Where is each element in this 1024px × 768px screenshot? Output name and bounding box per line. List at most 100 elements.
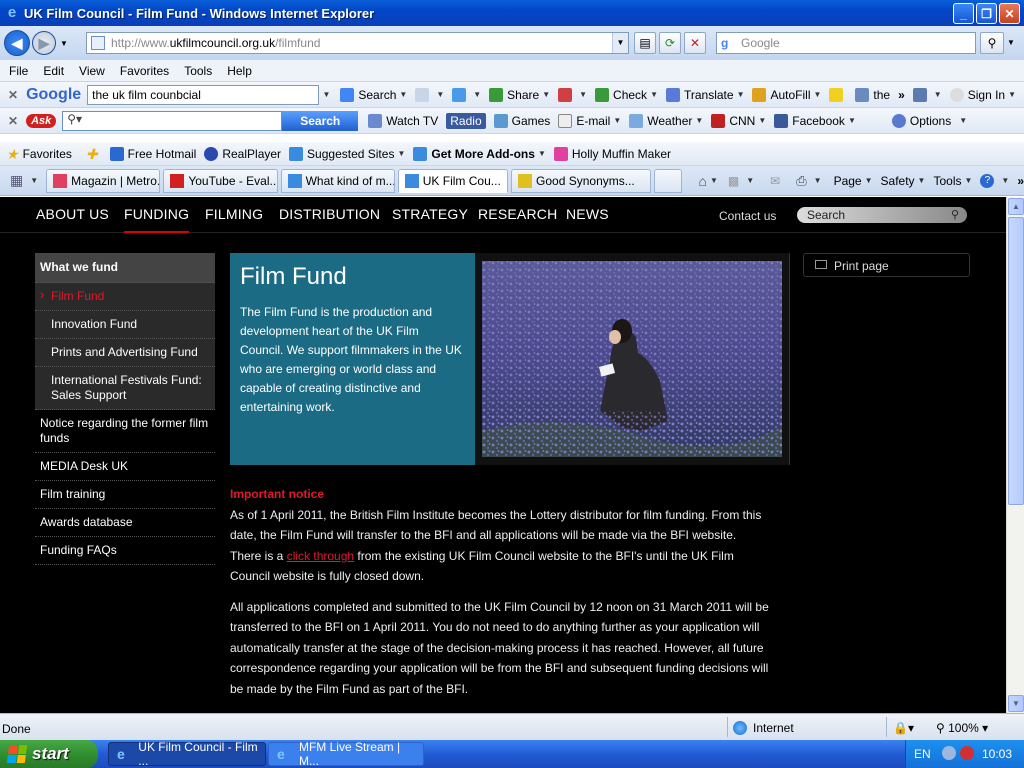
close-button[interactable]: ✕ [999, 3, 1020, 24]
home-icon[interactable]: ⌂ [699, 173, 707, 189]
quick-tabs-icon[interactable]: ▦ [10, 172, 23, 189]
nav-about-us[interactable]: ABOUT US [36, 206, 109, 222]
help-button[interactable]: ? ▼ [980, 173, 1009, 188]
print-page-button[interactable]: Print page [803, 253, 970, 277]
tab-youtube[interactable]: YouTube - Eval... [163, 168, 278, 193]
address-bar[interactable]: http://www. ukfilmcouncil.org.uk/filmfund… [86, 32, 629, 54]
games-button[interactable]: Games [493, 113, 550, 128]
plus-button[interactable]: ▼ [452, 87, 481, 102]
tools-menu[interactable]: Tools ▼ [933, 174, 972, 188]
fav-realplayer[interactable]: RealPlayer [204, 146, 281, 161]
left-nav-notice[interactable]: Notice regarding the former film funds [35, 410, 215, 453]
shield-icon[interactable] [960, 746, 974, 760]
start-button[interactable]: start [0, 740, 98, 768]
close-ask-toolbar-icon[interactable]: ✕ [8, 114, 18, 128]
feeds-dropdown-icon[interactable]: ▼ [746, 176, 754, 185]
the-button[interactable]: the [855, 87, 890, 102]
search-input[interactable]: g Google [716, 32, 976, 54]
left-nav-awards-database[interactable]: Awards database [35, 509, 215, 537]
nav-strategy[interactable]: STRATEGY [392, 206, 468, 222]
nav-research[interactable]: RESEARCH [478, 206, 557, 222]
sign-in-button[interactable]: Sign In ▼ [949, 87, 1016, 102]
compat-view-icon[interactable]: ▤ [634, 32, 656, 54]
print-dropdown-icon[interactable]: ▼ [814, 176, 822, 185]
radio-button[interactable]: Radio [446, 112, 486, 129]
menu-tools[interactable]: Tools [184, 64, 212, 78]
tab-good-synonyms[interactable]: Good Synonyms... [511, 168, 651, 193]
scroll-up-icon[interactable]: ▲ [1008, 198, 1024, 215]
language-indicator[interactable]: EN [914, 747, 931, 761]
wrench-button[interactable]: ▼ [912, 87, 942, 102]
minimize-button[interactable]: _ [953, 3, 974, 24]
fav-holly-muffin[interactable]: Holly Muffin Maker [553, 146, 671, 161]
stop-icon[interactable]: ✕ [684, 32, 706, 54]
left-nav-innovation-fund[interactable]: Innovation Fund [35, 311, 215, 339]
nav-news[interactable]: NEWS [566, 206, 609, 222]
email-button[interactable]: E-mail ▼ [558, 113, 621, 128]
taskbar-ie-window[interactable]: e UK Film Council - Film ... [108, 740, 266, 768]
restore-button[interactable]: ❐ [976, 3, 997, 24]
history-dropdown-icon[interactable]: ▼ [60, 39, 68, 48]
protected-mode-icon[interactable]: 🔒▾ [893, 721, 914, 735]
left-nav-funding-faqs[interactable]: Funding FAQs [35, 537, 215, 565]
favorites-button[interactable]: ★ Favorites [6, 147, 72, 161]
left-nav-film-training[interactable]: Film training [35, 481, 215, 509]
nav-filming[interactable]: FILMING [205, 206, 263, 222]
scroll-thumb[interactable] [1008, 217, 1024, 505]
taskbar-mfm-window[interactable]: e MFM Live Stream | M... [268, 740, 424, 768]
tab-uk-film-council[interactable]: UK Film Cou... [397, 168, 509, 193]
forward-button[interactable]: ▶ [32, 31, 56, 55]
scroll-down-icon[interactable]: ▼ [1008, 695, 1024, 712]
menu-edit[interactable]: Edit [43, 64, 64, 78]
tab-metro[interactable]: Magazin | Metro... [46, 168, 161, 193]
ask-search-button[interactable]: Search [282, 110, 359, 131]
page-menu[interactable]: Page ▼ [834, 174, 873, 188]
command-chevron-icon[interactable]: » [1017, 174, 1024, 188]
menu-view[interactable]: View [79, 64, 105, 78]
site-search-input[interactable]: Search ⚲ [797, 207, 967, 223]
nav-funding[interactable]: FUNDING [124, 206, 190, 233]
fav-suggested-sites[interactable]: Suggested Sites ▼ [289, 146, 405, 161]
highlight-button[interactable] [829, 87, 847, 102]
back-button[interactable]: ◀ [4, 30, 30, 56]
refresh-icon[interactable]: ⟳ [659, 32, 681, 54]
left-nav-prints-advertising[interactable]: Prints and Advertising Fund [35, 339, 215, 367]
feeds-icon[interactable]: ▩ [728, 174, 739, 188]
translate-button[interactable]: Translate ▼ [665, 87, 744, 102]
share-button[interactable]: Share ▼ [489, 87, 550, 102]
google-search-button[interactable]: Search ▼ [340, 87, 407, 102]
home-dropdown-icon[interactable]: ▼ [710, 176, 718, 185]
ask-search-input[interactable]: ⚲▾ [62, 110, 283, 131]
tab-what-kind[interactable]: What kind of m... [280, 168, 395, 193]
add-favorite-button[interactable]: ✚ [86, 147, 102, 161]
google-query-dropdown-icon[interactable]: ▼ [322, 90, 330, 99]
more-chevron-icon[interactable]: » [898, 88, 905, 102]
close-toolbar-icon[interactable]: ✕ [8, 88, 18, 102]
menu-help[interactable]: Help [227, 64, 252, 78]
magnifier-icon[interactable]: ⚲ [951, 207, 959, 223]
left-nav-film-fund[interactable]: Film Fund [35, 283, 215, 311]
print-icon[interactable]: ⎙ [796, 173, 806, 189]
bookmark-button[interactable]: ▼ [415, 87, 444, 102]
safety-menu[interactable]: Safety ▼ [881, 174, 926, 188]
cnn-button[interactable]: CNN ▼ [711, 113, 766, 128]
check-button[interactable]: Check ▼ [595, 87, 658, 102]
ask-options-button[interactable]: Options ▼ [891, 113, 967, 128]
fav-get-addons[interactable]: Get More Add-ons ▼ [413, 146, 546, 161]
search-options-icon[interactable]: ▼ [1007, 38, 1015, 47]
search-icon[interactable]: ⚲ [980, 32, 1004, 54]
fav-hotmail[interactable]: Free Hotmail [109, 146, 196, 161]
facebook-button[interactable]: Facebook ▼ [774, 113, 856, 128]
weather-button[interactable]: Weather ▼ [629, 113, 703, 128]
popup-blocker-button[interactable]: ▼ [558, 87, 587, 102]
click-through-link[interactable]: click through [287, 549, 354, 563]
menu-file[interactable]: File [9, 64, 28, 78]
security-zone[interactable]: Internet [733, 721, 794, 735]
address-dropdown-icon[interactable]: ▼ [612, 33, 628, 53]
read-mail-icon[interactable]: ✉ [770, 174, 780, 188]
menu-favorites[interactable]: Favorites [120, 64, 169, 78]
tab-list-icon[interactable]: ▼ [30, 176, 38, 185]
contact-us-link[interactable]: Contact us [719, 209, 776, 223]
network-icon[interactable] [942, 746, 956, 760]
left-nav-heading[interactable]: What we fund [35, 253, 215, 283]
